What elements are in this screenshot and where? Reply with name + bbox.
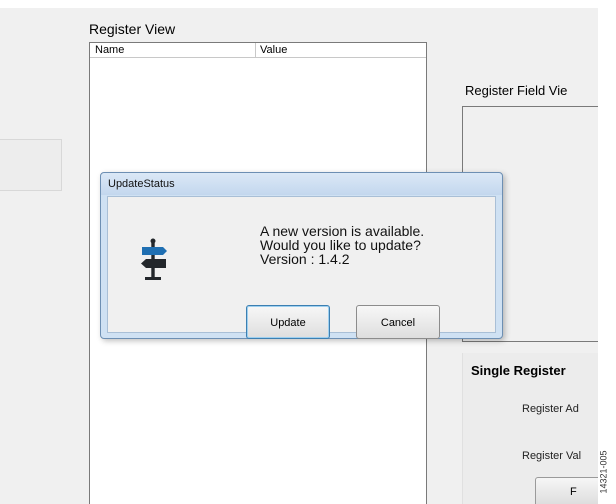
register-value-label: Register Val <box>522 450 582 462</box>
register-field-view-title: Register Field Vie <box>465 83 568 98</box>
message-line: A new version is available. <box>260 223 425 239</box>
register-address-label: Register Ad <box>522 403 579 415</box>
cancel-button-label: Cancel <box>380 317 416 329</box>
update-button[interactable]: Update <box>246 305 330 339</box>
message-line: Would you like to update? <box>260 237 421 253</box>
read-button[interactable]: F <box>535 477 598 504</box>
left-panel <box>0 139 62 191</box>
dialog-message: A new version is available. Would you li… <box>260 224 424 266</box>
update-button-label: Update <box>270 317 306 329</box>
figure-number-text: 14321-005 <box>598 450 609 494</box>
register-view-header: Name Value <box>90 43 426 58</box>
single-register-title: Single Register <box>471 363 566 378</box>
register-view-title: Register View <box>89 21 176 37</box>
dialog-title: UpdateStatus <box>108 178 175 190</box>
column-header-value[interactable]: Value <box>260 44 287 56</box>
dialog-titlebar[interactable]: UpdateStatus <box>101 173 502 195</box>
cancel-button[interactable]: Cancel <box>356 305 440 339</box>
update-status-dialog: UpdateStatus A new version is available.… <box>100 172 503 339</box>
signpost-icon <box>141 238 167 280</box>
column-header-name[interactable]: Name <box>95 44 124 56</box>
message-line: Version : 1.4.2 <box>260 251 350 267</box>
figure-number: 14321-005 <box>596 447 616 497</box>
column-separator[interactable] <box>255 43 256 58</box>
read-button-label: F <box>570 486 577 498</box>
dialog-body: A new version is available. Would you li… <box>107 196 496 339</box>
